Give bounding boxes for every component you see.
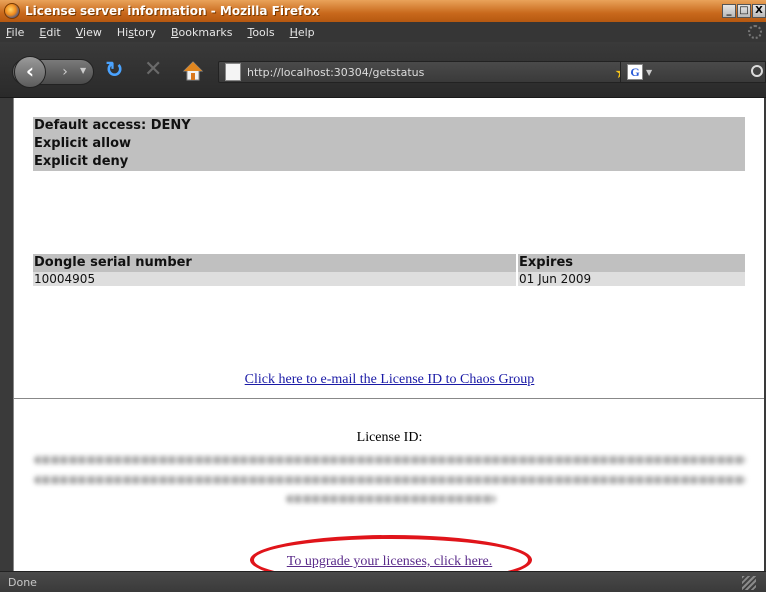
license-id-blurred <box>286 495 496 503</box>
divider <box>14 398 764 399</box>
navigation-toolbar: ‹ › ▼ ↻ ✕ http://localhost:30304/getstat… <box>0 42 766 98</box>
forward-icon[interactable]: › <box>54 62 76 82</box>
menu-bookmarks[interactable]: Bookmarks <box>163 26 239 39</box>
status-text: Done <box>8 576 37 589</box>
acl-row: Explicit allow <box>33 135 745 153</box>
window-controls: _ □ X <box>722 4 766 18</box>
reload-icon[interactable]: ↻ <box>105 59 123 83</box>
url-text[interactable]: http://localhost:30304/getstatus <box>247 66 615 79</box>
url-bar[interactable]: http://localhost:30304/getstatus ★ ▼ <box>218 61 648 83</box>
page-content: Default access: DENY Explicit allow Expl… <box>13 98 764 571</box>
history-dropdown-icon[interactable]: ▼ <box>80 66 86 75</box>
license-id-blurred <box>34 476 746 484</box>
google-icon[interactable]: G <box>627 64 643 80</box>
table-row: 10004905 01 Jun 2009 <box>33 272 745 286</box>
cell-serial: 10004905 <box>33 272 516 286</box>
stop-icon[interactable]: ✕ <box>144 58 162 82</box>
menu-file[interactable]: File <box>0 26 31 39</box>
acl-row: Default access: DENY <box>33 117 745 135</box>
status-bar: Done <box>0 571 766 592</box>
email-license-link[interactable]: Click here to e-mail the License ID to C… <box>14 372 764 388</box>
cell-expires: 01 Jun 2009 <box>518 272 745 286</box>
resize-grip-icon[interactable] <box>742 576 756 590</box>
minimize-button[interactable]: _ <box>722 4 736 18</box>
upgrade-licenses-link[interactable]: To upgrade your licenses, click here. <box>14 554 764 570</box>
menu-history[interactable]: History <box>109 26 163 39</box>
window-left-frame <box>0 98 13 571</box>
throbber-icon <box>748 25 762 39</box>
back-icon[interactable]: ‹ <box>14 56 46 88</box>
search-engine-dropdown-icon[interactable]: ▼ <box>646 68 652 77</box>
menu-edit[interactable]: Edit <box>31 26 67 39</box>
license-id-label: License ID: <box>356 430 423 445</box>
license-id-blurred <box>34 456 746 464</box>
menu-view[interactable]: View <box>68 26 109 39</box>
access-table: Default access: DENY Explicit allow Expl… <box>33 117 745 171</box>
home-icon[interactable] <box>182 60 204 82</box>
acl-row: Explicit deny <box>33 153 745 171</box>
page-icon <box>225 63 241 81</box>
dongle-table: Dongle serial number Expires 10004905 01… <box>33 254 745 286</box>
window-title: License server information - Mozilla Fir… <box>25 4 320 18</box>
menu-help[interactable]: Help <box>282 26 322 39</box>
close-button[interactable]: X <box>752 4 766 18</box>
window-titlebar: License server information - Mozilla Fir… <box>0 0 766 22</box>
header-expires: Expires <box>518 254 745 272</box>
menu-bar: File Edit View History Bookmarks Tools H… <box>0 22 766 42</box>
firefox-icon <box>4 3 20 19</box>
maximize-button[interactable]: □ <box>737 4 751 18</box>
dongle-table-header: Dongle serial number Expires <box>33 254 745 272</box>
header-serial: Dongle serial number <box>33 254 516 272</box>
menu-tools[interactable]: Tools <box>239 26 281 39</box>
search-bar[interactable]: G ▼ <box>620 61 766 83</box>
search-icon[interactable] <box>751 65 763 77</box>
